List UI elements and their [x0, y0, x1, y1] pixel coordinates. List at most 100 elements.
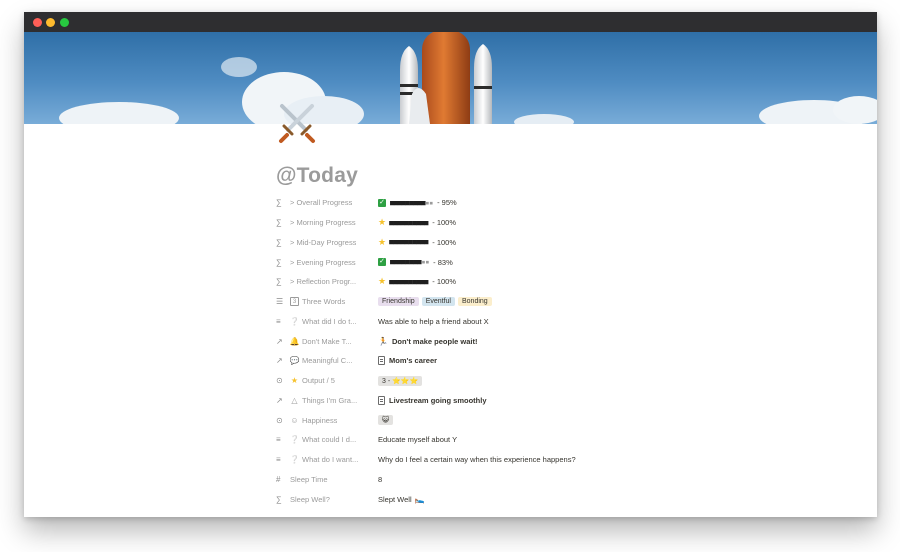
tag-bonding[interactable]: Bonding: [457, 297, 492, 307]
property-name[interactable]: ★ Output / 5: [290, 376, 378, 385]
property-name[interactable]: ❔ What could I d...: [290, 435, 378, 444]
property-value[interactable]: ★ ■■■■■■■■■■ - 100%: [378, 217, 836, 228]
property-row-overall-progress[interactable]: ∑ > Overall Progress ✓ ■■■■■■■■■▪▪ - 95%: [276, 193, 836, 213]
property-label: What do I want...: [302, 455, 359, 465]
property-value[interactable]: 3 - ⭐⭐⭐: [378, 375, 836, 386]
property-value[interactable]: ★ ■■■■■■■■■■ - 100%: [378, 276, 836, 287]
property-name[interactable]: ☺ Happiness: [290, 416, 378, 425]
page-title[interactable]: @Today: [276, 164, 358, 188]
property-value[interactable]: Friendship Eventful Bonding: [378, 297, 836, 307]
relation-link[interactable]: Livestream going smoothly: [389, 396, 487, 405]
property-label: What could I d...: [302, 435, 357, 445]
person-running-icon: 🏃: [378, 336, 388, 346]
property-row-what-do-i-want[interactable]: ≡ ❔ What do I want... Why do I feel a ce…: [276, 450, 836, 470]
property-name[interactable]: > Overall Progress: [290, 198, 378, 207]
property-name[interactable]: > Reflection Progr...: [290, 277, 378, 286]
hash-icon: #: [276, 474, 281, 484]
select-tag-happiness[interactable]: 😺: [378, 415, 394, 426]
sigma-icon: ∑: [276, 277, 282, 287]
property-name[interactable]: 🔔 Don't Make T...: [290, 337, 378, 346]
property-value[interactable]: Mom's career: [378, 356, 836, 366]
property-row-things-grateful[interactable]: ↗ △ Things I'm Gra... Livestream going s…: [276, 391, 836, 411]
property-row-sleep-well[interactable]: ∑ Sleep Well? Slept Well 🛌: [276, 489, 836, 509]
progress-bar: ■■■■■■■■■■: [389, 218, 429, 227]
property-label: > Mid-Day Progress: [290, 237, 357, 247]
property-name[interactable]: ❔ What did I do t...: [290, 317, 378, 326]
property-row-happiness[interactable]: ⊙ ☺ Happiness 😺: [276, 410, 836, 430]
progress-text: - 83%: [433, 257, 453, 267]
property-value[interactable]: Was able to help a friend about X: [378, 317, 836, 326]
select-icon: ⊙: [276, 415, 283, 425]
title-bar: [24, 12, 877, 32]
property-row-output[interactable]: ⊙ ★ Output / 5 3 - ⭐⭐⭐: [276, 371, 836, 391]
property-row-meaningful[interactable]: ↗ 💬 Meaningful C... Mom's career: [276, 351, 836, 371]
progress-text: - 100%: [432, 218, 456, 228]
page-icon: [378, 356, 385, 366]
property-name[interactable]: Sleep Well?: [290, 495, 378, 504]
relation-icon: ↗: [276, 336, 283, 346]
property-value[interactable]: 8: [378, 475, 836, 484]
page-cover-image[interactable]: [24, 32, 877, 124]
property-value[interactable]: ★ ■■■■■■■■■■ - 100%: [378, 237, 836, 248]
property-label: > Overall Progress: [290, 198, 353, 208]
sigma-icon: ∑: [276, 494, 282, 504]
property-value[interactable]: ✓ ■■■■■■■■▪▪ - 83%: [378, 258, 836, 267]
property-value[interactable]: 😺: [378, 415, 836, 426]
star-icon: ★: [290, 376, 299, 386]
relation-link[interactable]: Mom's career: [389, 356, 437, 365]
property-name[interactable]: 💬 Meaningful C...: [290, 356, 378, 365]
property-row-what-did-i-do[interactable]: ≡ ❔ What did I do t... Was able to help …: [276, 312, 836, 332]
property-value[interactable]: Why do I feel a certain way when this ex…: [378, 455, 836, 464]
property-value[interactable]: ✓ ■■■■■■■■■▪▪ - 95%: [378, 198, 836, 207]
property-row-what-could-i-do[interactable]: ≡ ❔ What could I d... Educate myself abo…: [276, 430, 836, 450]
property-row-midday-progress[interactable]: ∑ > Mid-Day Progress ★ ■■■■■■■■■■ - 100%: [276, 233, 836, 253]
property-list: ∑ > Overall Progress ✓ ■■■■■■■■■▪▪ - 95%…: [276, 193, 836, 509]
sigma-icon: ∑: [276, 237, 282, 247]
property-value[interactable]: Livestream going smoothly: [378, 395, 836, 405]
select-icon: ⊙: [276, 376, 283, 386]
property-value[interactable]: Educate myself about Y: [378, 435, 836, 444]
zoom-window-button[interactable]: [60, 18, 69, 27]
checkbox-icon: ✓: [378, 198, 386, 207]
property-label: Output / 5: [302, 376, 335, 386]
speech-bubble-icon: 💬: [290, 356, 300, 366]
relation-link[interactable]: Don't make people wait!: [392, 337, 478, 346]
property-label: Three Words: [302, 297, 346, 307]
bell-icon: 🔔: [290, 336, 300, 346]
app-window: @Today ∑ > Overall Progress ✓ ■■■■■■■■■▪…: [24, 12, 877, 517]
star-icon: ★: [378, 236, 387, 247]
tag-friendship[interactable]: Friendship: [378, 297, 419, 307]
property-value[interactable]: Slept Well 🛌: [378, 495, 836, 504]
property-row-evening-progress[interactable]: ∑ > Evening Progress ✓ ■■■■■■■■▪▪ - 83%: [276, 252, 836, 272]
property-value[interactable]: 🏃 Don't make people wait!: [378, 337, 836, 346]
tag-eventful[interactable]: Eventful: [421, 297, 455, 307]
minimize-window-button[interactable]: [46, 18, 55, 27]
property-label: Don't Make T...: [302, 336, 352, 346]
property-label: Sleep Time: [290, 474, 328, 484]
star-icon: ★: [378, 217, 387, 228]
property-name[interactable]: △ Things I'm Gra...: [290, 396, 378, 405]
property-name[interactable]: ❔ What do I want...: [290, 455, 378, 464]
select-tag-output[interactable]: 3 - ⭐⭐⭐: [378, 375, 423, 386]
progress-bar: ■■■■■■■■■■: [389, 277, 429, 286]
sleeping-icon: 🛌: [414, 494, 425, 504]
page-icon: [378, 395, 385, 405]
question-icon: ❔: [290, 316, 300, 326]
property-name[interactable]: 3 Three Words: [290, 297, 378, 307]
property-name[interactable]: Sleep Time: [290, 475, 378, 484]
property-row-reflection-progress[interactable]: ∑ > Reflection Progr... ★ ■■■■■■■■■■ - 1…: [276, 272, 836, 292]
crossed-swords-icon[interactable]: [274, 98, 320, 144]
property-label: > Reflection Progr...: [290, 277, 357, 287]
property-row-sleep-time[interactable]: # Sleep Time 8: [276, 470, 836, 490]
property-name[interactable]: > Mid-Day Progress: [290, 238, 378, 247]
property-row-morning-progress[interactable]: ∑ > Morning Progress ★ ■■■■■■■■■■ - 100%: [276, 213, 836, 233]
checkbox-icon: ✓: [378, 258, 386, 267]
progress-text: - 100%: [432, 237, 456, 247]
text-icon: ≡: [276, 455, 281, 465]
text-icon: ≡: [276, 435, 281, 445]
property-row-dont-make[interactable]: ↗ 🔔 Don't Make T... 🏃 Don't make people …: [276, 331, 836, 351]
property-name[interactable]: > Morning Progress: [290, 218, 378, 227]
close-window-button[interactable]: [33, 18, 42, 27]
property-row-three-words[interactable]: ☰ 3 Three Words Friendship Eventful Bond…: [276, 292, 836, 312]
property-name[interactable]: > Evening Progress: [290, 258, 378, 267]
